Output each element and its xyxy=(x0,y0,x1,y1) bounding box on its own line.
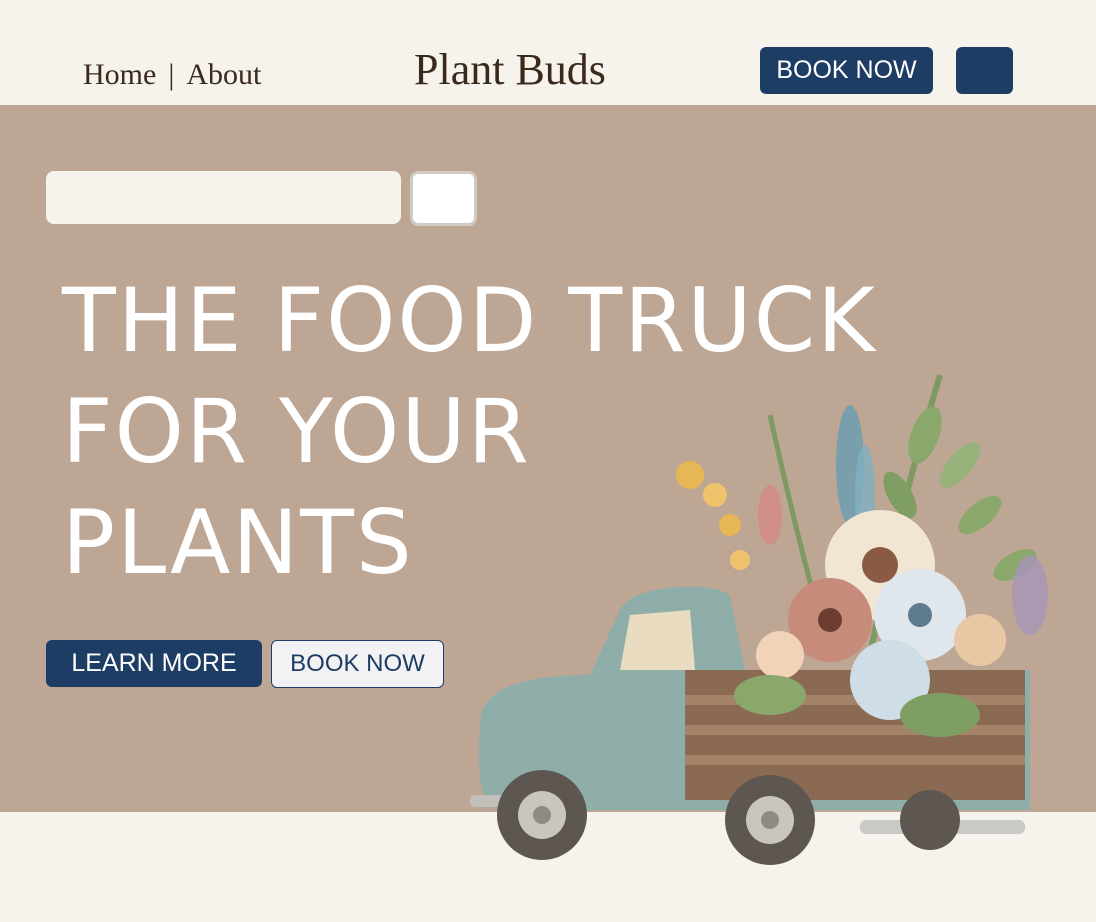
hero-book-now-button[interactable]: BOOK NOW xyxy=(271,640,444,688)
site-header: Home | About Plant Buds BOOK NOW xyxy=(0,0,1096,105)
nav-separator: | xyxy=(168,58,175,91)
brand-logo[interactable]: Plant Buds xyxy=(414,44,606,95)
flower-truck-illustration xyxy=(470,374,1048,865)
nav-home-link[interactable]: Home xyxy=(83,58,156,92)
yellow-flower-icon xyxy=(676,461,750,570)
search-button[interactable] xyxy=(410,171,477,226)
menu-button[interactable] xyxy=(956,47,1013,94)
nav-about-link[interactable]: About xyxy=(186,58,261,92)
bouquet-icon xyxy=(734,510,1006,737)
learn-more-button[interactable]: LEARN MORE xyxy=(46,640,262,687)
search-input[interactable] xyxy=(46,171,401,224)
main-nav: Home | About xyxy=(83,58,261,92)
header-book-now-button[interactable]: BOOK NOW xyxy=(760,47,933,94)
